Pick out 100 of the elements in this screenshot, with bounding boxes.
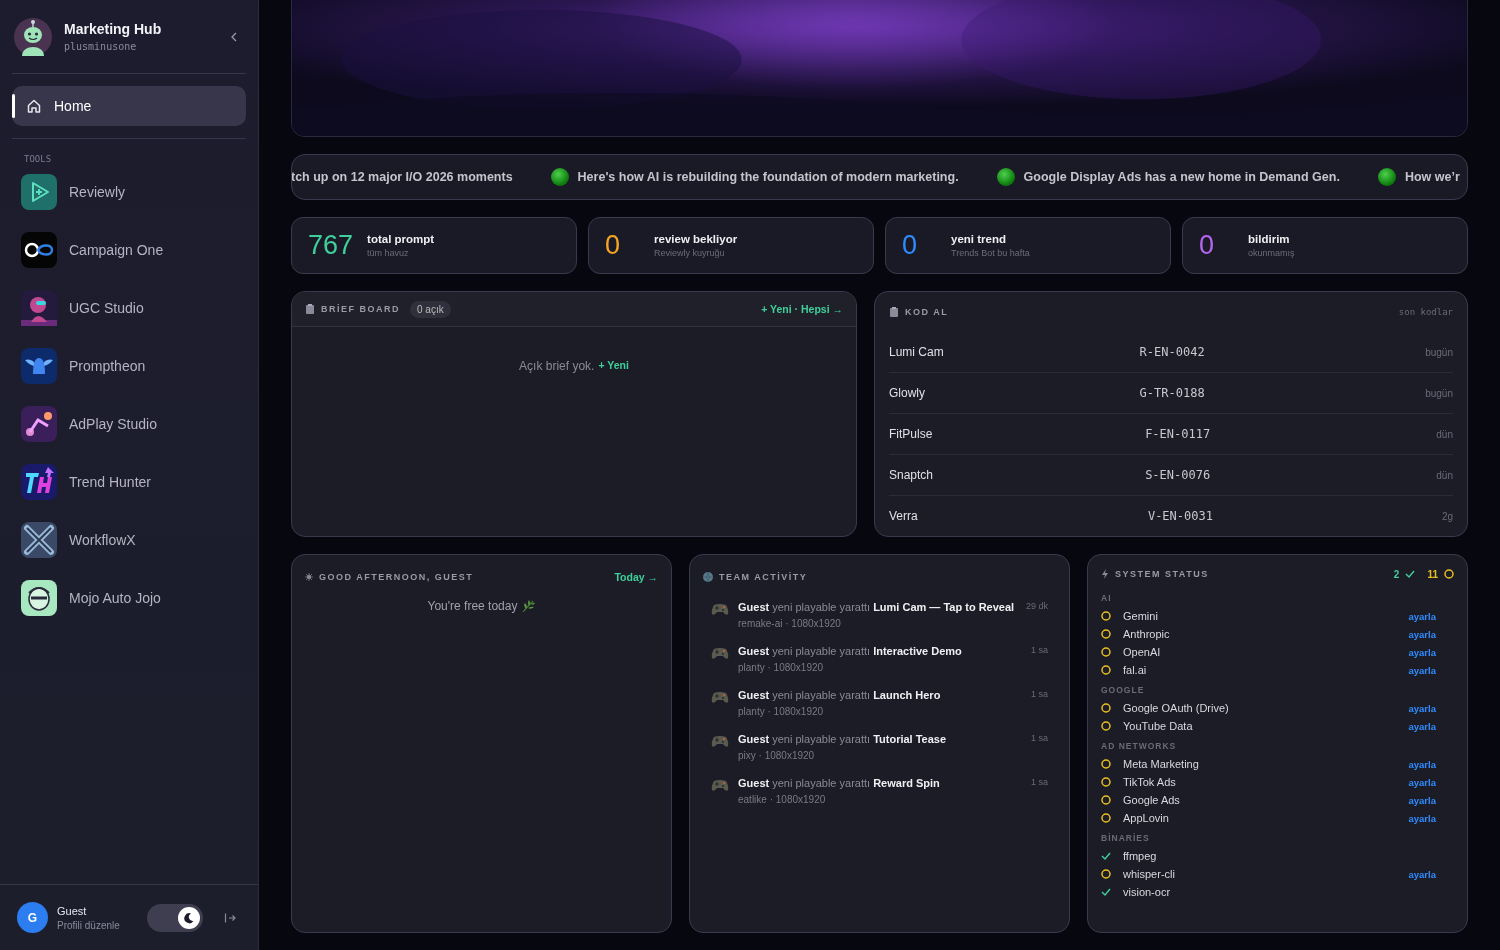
- activity-meta: remake-ai · 1080x1920: [738, 618, 842, 629]
- stat-caption: Trends Bot bu hafta: [951, 248, 1030, 258]
- crossed-blades-icon: [21, 522, 57, 558]
- setup-link[interactable]: ayarla: [1408, 646, 1436, 658]
- card-title: GOOD AFTERNOON, GUEST: [319, 572, 474, 582]
- stat-count: 767: [308, 230, 354, 261]
- ring-icon: [1444, 569, 1454, 579]
- ok-count: 2: [1393, 568, 1400, 580]
- product-name: FitPulse: [889, 427, 934, 441]
- timestamp: 1 sa: [1031, 689, 1048, 699]
- play-icon: [21, 174, 57, 210]
- group-label: BİNARİES: [1101, 833, 1151, 843]
- sun-icon: [305, 573, 313, 581]
- card-caption: son kodlar: [1398, 307, 1453, 317]
- date-label: bugün: [1425, 346, 1453, 358]
- promo-code[interactable]: V-EN-0031: [1079, 509, 1442, 523]
- sidebar-item[interactable]: AdPlay Studio: [21, 406, 246, 442]
- section-label: TOOLS: [24, 154, 53, 164]
- timestamp: 29 dk: [1025, 601, 1048, 611]
- stat-caption: Reviewly kuyruğu: [654, 248, 726, 258]
- sidebar-item[interactable]: Reviewly: [21, 174, 246, 210]
- service-name: OpenAI: [1123, 646, 1162, 658]
- stat-title: total prompt: [367, 233, 435, 245]
- activity-text: Guest yeni playable yarattı Tutorial Tease: [738, 732, 948, 747]
- stat-caption: tüm havuz: [367, 248, 410, 258]
- service-name: Gemini: [1123, 610, 1159, 622]
- promo-code[interactable]: G-TR-0188: [1079, 386, 1426, 400]
- news-headline[interactable]: tch up on 12 major I/O 2026 moments: [292, 170, 513, 184]
- trend-letters-icon: [21, 464, 57, 500]
- stat-count: 0: [1199, 230, 1215, 261]
- edit-profile-link[interactable]: Profili düzenle: [57, 919, 138, 931]
- promo-code[interactable]: F-EN-0117: [1079, 427, 1437, 441]
- setup-link[interactable]: ayarla: [1408, 758, 1436, 770]
- setup-link[interactable]: ayarla: [1408, 776, 1436, 788]
- service-name: Meta Marketing: [1123, 758, 1200, 770]
- activity-text: Guest yeni playable yarattı Lumi Cam — Tap to Reveal: [738, 600, 1016, 615]
- date-label: dün: [1436, 469, 1453, 481]
- service-name: ffmpeg: [1123, 850, 1158, 862]
- clipboard-icon: [889, 306, 899, 318]
- sidebar-item[interactable]: Campaign One: [21, 232, 246, 268]
- setup-link[interactable]: ayarla: [1408, 720, 1436, 732]
- gamepad-icon: [711, 690, 729, 704]
- setup-link[interactable]: ayarla: [1408, 812, 1436, 824]
- product-name: Lumi Cam: [889, 345, 945, 359]
- activity-meta: planty · 1080x1920: [738, 706, 825, 717]
- news-headline[interactable]: Here's how AI is rebuilding the foundation of modern marketing.: [577, 170, 959, 184]
- activity-meta: planty · 1080x1920: [738, 662, 825, 673]
- sidebar-item[interactable]: Mojo Auto Jojo: [21, 580, 246, 616]
- globe-icon: [703, 572, 713, 582]
- home-icon: [26, 98, 42, 114]
- empty-message: Açık brief yok.: [519, 359, 595, 373]
- nav-item[interactable]: Home: [12, 86, 246, 126]
- new-brief-link[interactable]: + Yeni · Hepsi →: [761, 303, 843, 315]
- robot-arm-icon: [21, 406, 57, 442]
- sidebar-item[interactable]: UGC Studio: [21, 290, 246, 326]
- chevron-left-icon: [230, 31, 238, 42]
- service-name: vision-ocr: [1123, 886, 1172, 898]
- user-avatar[interactable]: G: [17, 902, 48, 933]
- stat-title: review bekliyor: [654, 233, 738, 245]
- new-brief-link[interactable]: + Yeni: [598, 359, 629, 373]
- stat-count: 0: [902, 230, 918, 261]
- theme-toggle[interactable]: [147, 903, 203, 932]
- setup-link[interactable]: ayarla: [1408, 610, 1436, 622]
- masked-face-icon: [21, 580, 57, 616]
- activity-meta: eatlike · 1080x1920: [738, 794, 827, 805]
- gamepad-icon: [711, 778, 729, 792]
- promo-code[interactable]: R-EN-0042: [1079, 345, 1426, 359]
- setup-link[interactable]: ayarla: [1408, 628, 1436, 640]
- card-title: SYSTEM STATUS: [1115, 569, 1209, 579]
- timestamp: 1 sa: [1031, 733, 1048, 743]
- setup-link[interactable]: ayarla: [1408, 664, 1436, 676]
- moon-icon: [183, 911, 195, 924]
- winged-helmet-icon: [21, 348, 57, 384]
- stat-title: yeni trend: [951, 233, 1007, 245]
- service-name: fal.ai: [1123, 664, 1148, 676]
- setup-link[interactable]: ayarla: [1408, 794, 1436, 806]
- stat-caption: okunmamış: [1248, 248, 1295, 258]
- today-link[interactable]: Today →: [614, 571, 658, 583]
- card-title: BRİEF BOARD: [321, 304, 400, 314]
- group-label: GOOGLE: [1101, 685, 1146, 695]
- sidebar-item[interactable]: WorkflowX: [21, 522, 246, 558]
- sidebar-item[interactable]: Trend Hunter: [21, 464, 246, 500]
- setup-link[interactable]: ayarla: [1408, 868, 1436, 880]
- news-headline[interactable]: Google Display Ads has a new home in Demand Gen.: [1023, 170, 1340, 184]
- user-name: Guest: [57, 904, 88, 917]
- setup-link[interactable]: ayarla: [1408, 702, 1436, 714]
- group-label: AI: [1101, 593, 1113, 603]
- activity-text: Guest yeni playable yarattı Interactive Demo: [738, 644, 963, 659]
- activity-text: Guest yeni playable yarattı Launch Hero: [738, 688, 942, 703]
- head-icon: [21, 290, 57, 326]
- group-label: AD NETWORKS: [1101, 741, 1178, 751]
- clipboard-icon: [305, 303, 315, 315]
- service-name: YouTube Data: [1123, 720, 1194, 732]
- infinity-icon: [21, 232, 57, 268]
- count-badge: 0 açık: [410, 300, 451, 318]
- promo-code[interactable]: S-EN-0076: [1079, 468, 1437, 482]
- date-label: dün: [1436, 428, 1453, 440]
- sidebar-item[interactable]: Promptheon: [21, 348, 246, 384]
- check-icon: [1405, 569, 1416, 579]
- news-headline[interactable]: How we’r: [1404, 170, 1460, 184]
